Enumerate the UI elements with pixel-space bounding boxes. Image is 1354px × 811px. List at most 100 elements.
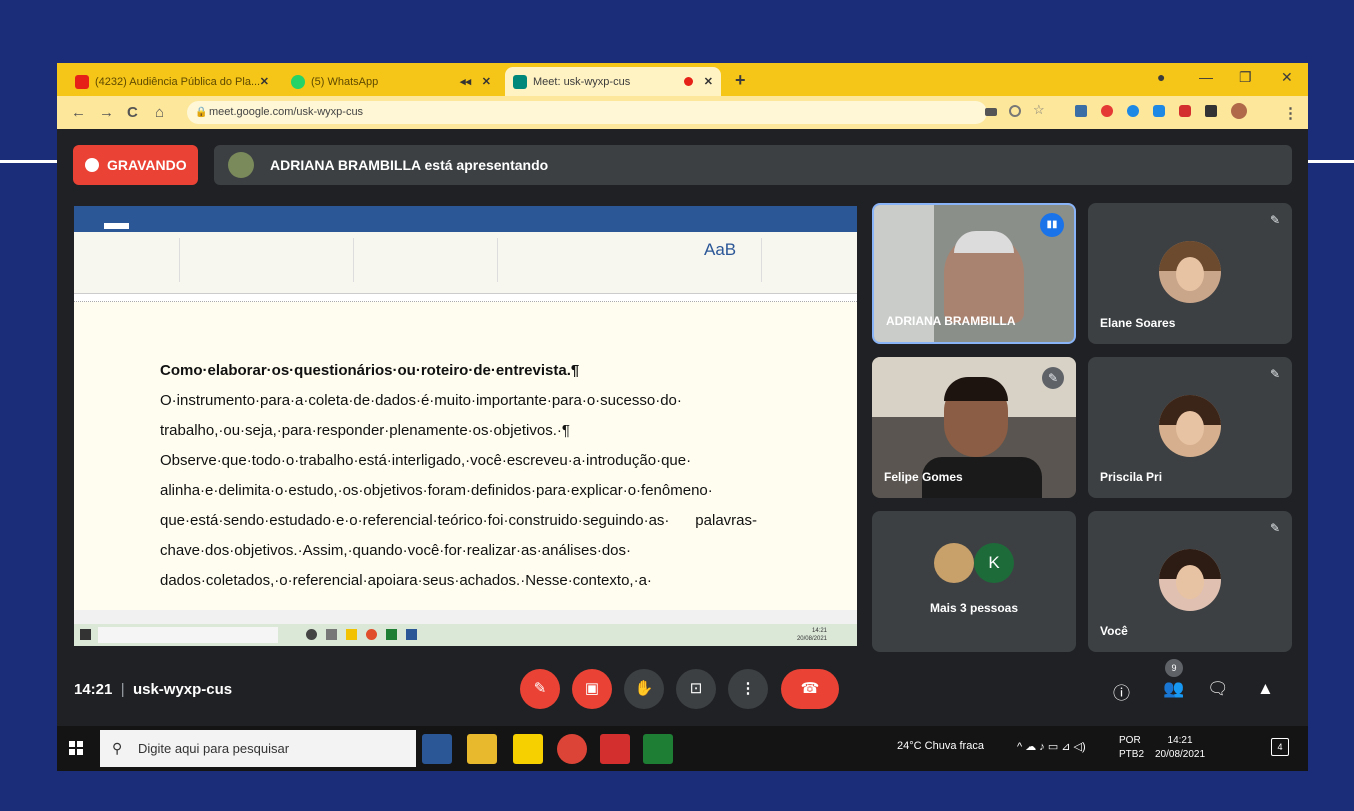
speaking-icon: ▮▮ xyxy=(1040,213,1064,237)
minimize-button[interactable]: — xyxy=(1199,69,1213,85)
back-icon[interactable]: ← xyxy=(71,104,86,121)
mic-off-icon: ✎ xyxy=(1269,213,1280,227)
windows-icon xyxy=(80,629,91,640)
forward-icon[interactable]: → xyxy=(99,104,114,121)
avatar-face xyxy=(1176,257,1204,291)
people-icon[interactable]: 👥 xyxy=(1163,679,1184,699)
lock-icon: 🔒 xyxy=(195,107,208,118)
participants-count-badge: 9 xyxy=(1165,659,1183,677)
app-icon xyxy=(406,629,417,640)
mic-off-icon: ✎ xyxy=(1042,367,1064,389)
participant-tile[interactable]: ▮▮ ADRIANA BRAMBILLA xyxy=(872,203,1076,344)
close-icon[interactable]: ✕ xyxy=(260,75,269,88)
camera-icon[interactable] xyxy=(985,108,997,116)
activities-icon[interactable]: ▲ xyxy=(1257,679,1274,699)
participant-tile[interactable]: ✎ Elane Soares xyxy=(1088,203,1292,344)
app-icon xyxy=(346,629,357,640)
star-icon[interactable]: ☆ xyxy=(1033,102,1045,117)
file-explorer-icon[interactable] xyxy=(467,734,497,764)
inner-clock-time: 14:21 xyxy=(811,628,827,634)
youtube-icon xyxy=(75,74,89,89)
ribbon-group xyxy=(80,238,180,282)
extension-icon[interactable] xyxy=(1153,105,1165,117)
app-icon xyxy=(366,629,377,640)
app-icon xyxy=(326,629,337,640)
maximize-button[interactable]: ❐ xyxy=(1239,69,1252,86)
new-tab-button[interactable]: + xyxy=(735,70,746,91)
word-menu-item xyxy=(104,223,129,229)
inner-clock: 14:21 20/08/2021 xyxy=(797,627,827,643)
leave-call-button[interactable]: ☎ xyxy=(781,669,839,709)
pdf-reader-icon[interactable] xyxy=(600,734,630,764)
document-paragraph: O·instrumento·para·a·coleta·de·dados·é·m… xyxy=(160,392,682,439)
tab-youtube[interactable]: (4232) Audiência Pública do Pla... ✕ xyxy=(67,67,277,96)
system-tray-icons[interactable]: ^ ☁ ♪ ▭ ⊿ ◁) xyxy=(1017,740,1086,753)
info-icon[interactable]: ⓘ xyxy=(1113,679,1130,704)
tab-whatsapp[interactable]: (5) WhatsApp ◂◂ ✕ xyxy=(283,67,499,96)
raise-hand-button[interactable]: ✋ xyxy=(624,669,664,709)
url-input[interactable]: 🔒 meet.google.com/usk-wyxp-cus xyxy=(187,101,987,124)
participant-tile[interactable]: ✎ Você xyxy=(1088,511,1292,652)
extension-icon[interactable] xyxy=(1127,105,1139,117)
word-menu-item xyxy=(80,223,90,229)
word-status-bar xyxy=(74,610,857,624)
extension-icon[interactable] xyxy=(1101,105,1113,117)
url-text: meet.google.com/usk-wyxp-cus xyxy=(209,106,364,118)
close-icon[interactable]: ✕ xyxy=(704,75,713,88)
close-window-button[interactable]: ✕ xyxy=(1281,69,1293,86)
camera-toggle-button[interactable]: ▣ xyxy=(572,669,612,709)
inner-taskbar: 14:21 20/08/2021 xyxy=(74,624,857,646)
puzzle-icon[interactable] xyxy=(1205,105,1217,117)
ribbon-group xyxy=(358,238,498,282)
windows-icon[interactable] xyxy=(69,741,83,755)
document-heading: Como·elaborar·os·questionários·ou·roteir… xyxy=(160,362,580,379)
participant-tile[interactable]: ✎ Felipe Gomes xyxy=(872,357,1076,498)
sticky-notes-icon[interactable] xyxy=(513,734,543,764)
screen: (4232) Audiência Pública do Pla... ✕ (5)… xyxy=(57,63,1308,771)
meeting-info: 14:21 | usk-wyxp-cus xyxy=(74,681,232,698)
participant-name: ADRIANA BRAMBILLA xyxy=(886,314,1016,328)
tab-label: (4232) Audiência Pública do Pla... xyxy=(95,75,261,88)
home-icon[interactable]: ⌂ xyxy=(155,104,164,121)
clock-time: 14:21 xyxy=(1167,735,1193,746)
clock-date: 20/08/2021 xyxy=(1155,749,1206,760)
chat-icon[interactable]: 🗨 xyxy=(1207,679,1229,699)
presenting-text: ADRIANA BRAMBILLA está apresentando xyxy=(270,157,549,173)
notification-icon[interactable]: 4 xyxy=(1271,738,1289,756)
avatar xyxy=(1159,241,1221,303)
profile-icon[interactable]: ● xyxy=(1157,69,1165,85)
windows-taskbar: ⚲ Digite aqui para pesquisar 24°C Chuva … xyxy=(57,726,1308,771)
more-options-button[interactable]: ⋮ xyxy=(728,669,768,709)
meeting-code: usk-wyxp-cus xyxy=(132,681,233,698)
mic-toggle-button[interactable]: ✎ xyxy=(520,669,560,709)
word-ribbon: AaB xyxy=(74,232,857,294)
zoom-icon[interactable] xyxy=(1009,105,1021,117)
present-button[interactable]: ⊡ xyxy=(676,669,716,709)
participant-tile[interactable]: K Mais 3 pessoas xyxy=(872,511,1076,652)
extension-icon[interactable] xyxy=(1179,105,1191,117)
avatar-initial: K xyxy=(988,553,1000,572)
menu-icon[interactable]: ⋮ xyxy=(1283,104,1298,122)
tab-label: (5) WhatsApp xyxy=(311,75,379,88)
participant-tile[interactable]: ✎ Priscila Pri xyxy=(1088,357,1292,498)
participant-name: Felipe Gomes xyxy=(884,470,963,484)
excel-icon[interactable] xyxy=(643,734,673,764)
avatar-face xyxy=(1176,411,1204,445)
avatar xyxy=(934,543,974,583)
close-icon[interactable]: ◂◂ xyxy=(460,75,471,88)
taskbar-clock[interactable]: 14:21 20/08/2021 xyxy=(1155,734,1205,762)
avatar[interactable] xyxy=(1231,103,1247,119)
lang-top: POR xyxy=(1119,735,1141,746)
word-menu xyxy=(74,220,857,232)
close-icon[interactable]: ✕ xyxy=(482,75,491,88)
weather-text[interactable]: 24°C Chuva fraca xyxy=(897,740,984,752)
separator: | xyxy=(116,681,129,698)
taskbar-search-input[interactable]: ⚲ Digite aqui para pesquisar xyxy=(100,730,416,767)
word-app-icon[interactable] xyxy=(422,734,452,764)
reload-icon[interactable]: C xyxy=(127,104,138,121)
app-icon xyxy=(386,629,397,640)
extension-icon[interactable] xyxy=(1075,105,1087,117)
chrome-icon[interactable] xyxy=(557,734,587,764)
tab-meet[interactable]: Meet: usk-wyxp-cus ✕ xyxy=(505,67,721,96)
language-indicator[interactable]: POR PTB2 xyxy=(1119,734,1144,762)
